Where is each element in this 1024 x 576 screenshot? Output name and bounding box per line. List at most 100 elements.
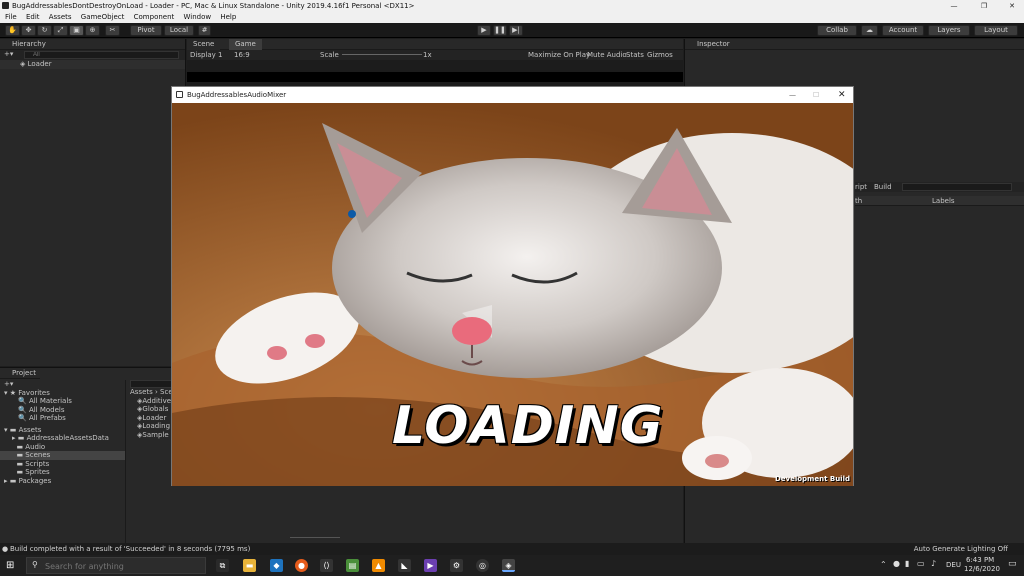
local-toggle[interactable]: Local (164, 25, 194, 36)
lighting-status[interactable]: Auto Generate Lighting Off (914, 543, 1008, 555)
taskbar-search-input[interactable] (45, 560, 195, 572)
menu-help[interactable]: Help (220, 13, 236, 21)
mute-audio-toggle[interactable]: Mute Audio (587, 50, 627, 60)
volume-icon[interactable]: ♪ (931, 559, 936, 568)
assets-header[interactable]: ▾ ▬ Assets (0, 426, 125, 435)
code-editor-icon[interactable]: ⟨⟩ (320, 559, 333, 572)
status-message[interactable]: Build completed with a result of 'Succee… (10, 543, 250, 555)
collab-label: Collab (826, 26, 848, 34)
grid-snap-icon[interactable]: # (198, 25, 211, 36)
play-button[interactable]: ▶ (477, 25, 491, 36)
favorites-header[interactable]: ▾ ★ Favorites (0, 389, 125, 398)
minimize-button[interactable]: — (940, 0, 968, 12)
aspect-dropdown[interactable]: 16:9 (234, 50, 250, 60)
github-icon[interactable]: ◎ (476, 559, 489, 572)
folder-sprites[interactable]: ▬ Sprites (0, 468, 125, 477)
transform-tool-icon[interactable]: ⊕ (85, 25, 100, 36)
project-search-input[interactable] (130, 380, 172, 388)
maximize-button[interactable]: ❐ (970, 0, 998, 12)
collab-button[interactable]: Collab (817, 25, 857, 36)
favorite-all-models[interactable]: 🔍 All Models (0, 406, 125, 415)
store-icon[interactable]: ◆ (270, 559, 283, 572)
addressables-search-input[interactable] (902, 183, 1012, 191)
close-button[interactable]: ✕ (998, 0, 1024, 12)
icon-size-slider[interactable] (290, 537, 340, 538)
hand-tool-icon[interactable]: ✋ (5, 25, 20, 36)
folder-scenes[interactable]: ▬ Scenes (0, 451, 125, 460)
layers-label: Layers (937, 26, 961, 34)
menu-component[interactable]: Component (134, 13, 175, 21)
cloud-icon[interactable]: ☁ (861, 25, 878, 36)
task-view-icon[interactable]: ⧉ (216, 559, 229, 572)
move-tool-icon[interactable]: ✥ (21, 25, 36, 36)
visual-studio-icon[interactable]: ▶ (424, 559, 437, 572)
menu-assets[interactable]: Assets (49, 13, 72, 21)
firefox-icon[interactable]: ● (295, 559, 308, 572)
pivot-toggle[interactable]: Pivot (130, 25, 162, 36)
pause-button[interactable]: ❚❚ (493, 25, 507, 36)
language-indicator[interactable]: DEU (946, 561, 961, 569)
menu-bar: File Edit Assets GameObject Component Wi… (0, 12, 1024, 23)
settings-icon[interactable]: ⚙ (450, 559, 463, 572)
folder-scripts[interactable]: ▬ Scripts (0, 460, 125, 469)
tab-game[interactable]: Game (229, 39, 262, 50)
hierarchy-search-input[interactable] (24, 51, 179, 59)
clock-date[interactable]: 12/6/2020 (964, 565, 1000, 573)
display-dropdown[interactable]: Display 1 (190, 50, 222, 60)
rect-tool-icon[interactable]: ▣ (69, 25, 84, 36)
folder-audio[interactable]: ▬ Audio (0, 443, 125, 452)
breadcrumb: Assets › Sce (130, 388, 173, 396)
notepad-icon[interactable]: ▤ (346, 559, 359, 572)
add-asset-icon[interactable]: +▾ (0, 380, 125, 389)
loading-screen-image: LOADING Development Build (172, 103, 853, 486)
stats-toggle[interactable]: Stats (626, 50, 644, 60)
rotate-tool-icon[interactable]: ↻ (37, 25, 52, 36)
account-label: Account (888, 26, 918, 34)
scale-tool-icon[interactable]: ⤢ (53, 25, 68, 36)
layout-dropdown[interactable]: Layout (974, 25, 1018, 36)
account-dropdown[interactable]: Account (882, 25, 924, 36)
layers-dropdown[interactable]: Layers (928, 25, 970, 36)
file-additive[interactable]: ◈Additive (128, 397, 172, 406)
gizmos-dropdown[interactable]: Gizmos (647, 50, 673, 60)
unity-editor-icon[interactable]: ◈ (502, 559, 515, 572)
favorite-all-materials[interactable]: 🔍 All Materials (0, 397, 125, 406)
vlc-icon[interactable]: ▲ (372, 559, 385, 572)
network-icon[interactable]: ▭ (917, 559, 925, 568)
battery-icon[interactable]: ▮ (905, 559, 909, 568)
tab-scene[interactable]: Scene (187, 39, 221, 50)
add-icon[interactable]: +▾ (4, 50, 13, 58)
player-maximize-button[interactable]: ☐ (813, 87, 819, 103)
player-minimize-button[interactable]: — (789, 87, 796, 103)
search-icon: ⚲ (32, 560, 38, 569)
build-dropdown[interactable]: Build (874, 182, 892, 192)
custom-tool-icon[interactable]: ✂ (105, 25, 120, 36)
hierarchy-item-loader[interactable]: ◈ Loader (0, 60, 185, 69)
step-button[interactable]: ▶| (509, 25, 523, 36)
file-sample[interactable]: ◈Sample (128, 431, 172, 440)
taskbar: ⊞ ⚲ ⧉ ▬ ◆ ● ⟨⟩ ▤ ▲ ◣ ▶ ⚙ ◎ ◈ ⌃ ● ▮ ▭ ♪ D… (0, 555, 1024, 576)
window-title: BugAddressablesDontDestroyOnLoad - Loade… (12, 2, 415, 10)
menu-gameobject[interactable]: GameObject (81, 13, 125, 21)
scale-slider[interactable] (342, 54, 422, 55)
favorite-all-prefabs[interactable]: 🔍 All Prefabs (0, 414, 125, 423)
clock-time[interactable]: 6:43 PM (966, 556, 994, 564)
file-globals[interactable]: ◈Globals (128, 405, 172, 414)
folder-addressable-assets-data[interactable]: ▸ ▬ AddressableAssetsData (0, 434, 125, 443)
maximize-on-play-toggle[interactable]: Maximize On Play (528, 50, 590, 60)
windows-start-icon[interactable]: ⊞ (6, 560, 14, 571)
tray-chevron-icon[interactable]: ⌃ (880, 560, 887, 569)
file-loader[interactable]: ◈Loader (128, 414, 172, 423)
notifications-icon[interactable]: ▭ (1008, 559, 1017, 569)
menu-file[interactable]: File (5, 13, 17, 21)
taskbar-search[interactable]: ⚲ (26, 557, 206, 574)
unity-hub-icon[interactable]: ◣ (398, 559, 411, 572)
packages-header[interactable]: ▸ ▬ Packages (0, 477, 125, 486)
menu-window[interactable]: Window (184, 13, 212, 21)
microphone-icon[interactable]: ● (893, 559, 900, 568)
file-loading[interactable]: ◈Loading (128, 422, 172, 431)
menu-edit[interactable]: Edit (26, 13, 40, 21)
file-explorer-icon[interactable]: ▬ (243, 559, 256, 572)
player-close-button[interactable]: ✕ (838, 87, 846, 103)
script-dropdown[interactable]: ript (855, 182, 867, 192)
